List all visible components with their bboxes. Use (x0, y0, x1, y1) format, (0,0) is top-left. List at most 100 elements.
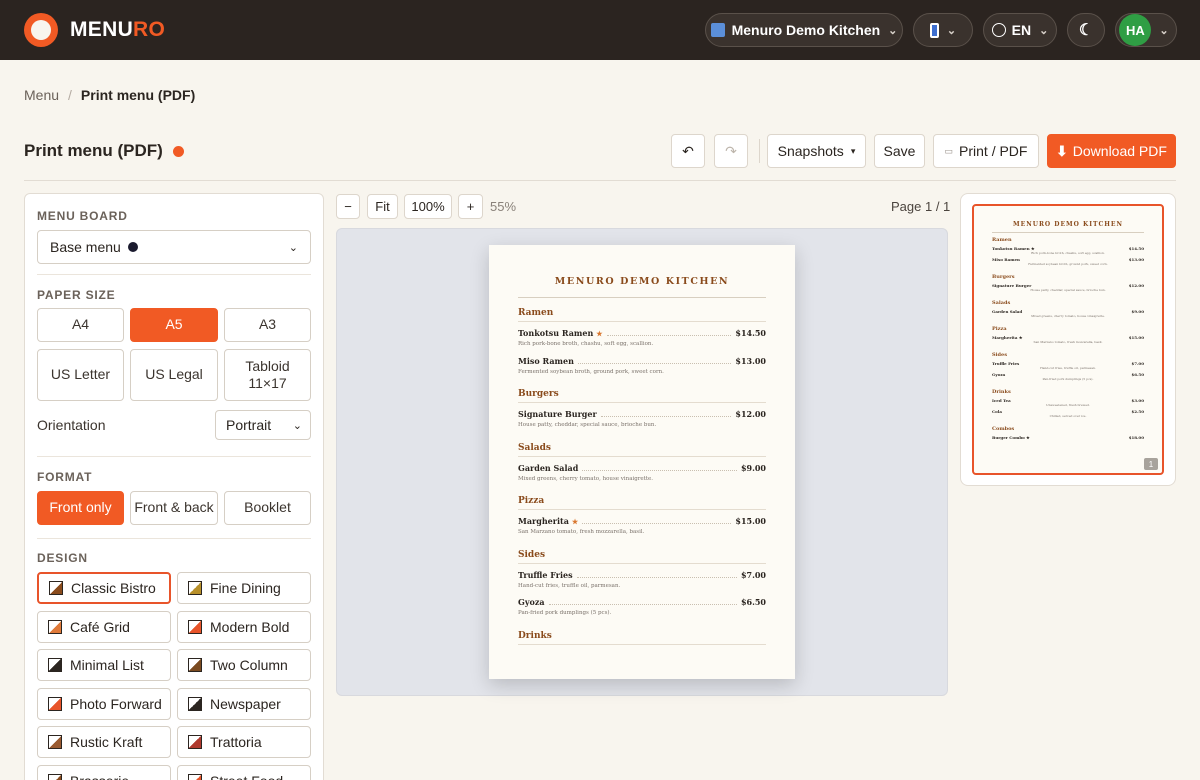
sheet-menu-item: Signature Burger $12.00 (518, 409, 766, 419)
zoom-fit-button[interactable]: Fit (367, 194, 398, 219)
redo-button[interactable]: ↷ (714, 134, 748, 168)
design-swatch-icon (48, 696, 62, 711)
paper-a4-option[interactable]: A4 (37, 308, 124, 342)
design-classic-bistro-option[interactable]: Classic Bistro (37, 572, 171, 604)
breadcrumb: Menu / Print menu (PDF) (24, 87, 195, 103)
sheet-menu-item: Garden Salad $9.00 (518, 463, 766, 473)
category-rule (518, 402, 766, 403)
orientation-select[interactable]: Portrait ⌄ (215, 410, 311, 440)
item-description: Rich pork-bone broth, chashu, soft egg, … (518, 341, 654, 347)
item-price: $9.00 (740, 462, 766, 473)
caret-down-icon: ▾ (850, 145, 856, 156)
mobile-icon (929, 22, 939, 38)
theme-toggle[interactable]: ☾ (1067, 13, 1105, 47)
sheet-category: Burgers (518, 389, 559, 399)
printer-icon: ▭ (944, 145, 954, 156)
design-swatch-icon (188, 581, 202, 595)
settings-panel: MENU BOARD Base menu ⌄ PAPER SIZE A4 A5 … (24, 193, 324, 780)
chevron-down-icon: ⌄ (1159, 24, 1169, 37)
item-description: Mixed greens, cherry tomato, house vinai… (518, 475, 654, 482)
format-front-only-option[interactable]: Front only (37, 491, 124, 525)
thumb-category: Salads (992, 300, 1011, 306)
design-photo-forward-option[interactable]: Photo Forward (37, 687, 171, 720)
design-swatch-icon (188, 735, 202, 749)
chevron-down-icon: ⌄ (946, 24, 957, 37)
paper-us-letter-option[interactable]: US Letter (37, 349, 124, 401)
page-thumbnail-1[interactable]: MENURO DEMO KITCHEN Ramen Tonkotsu Ramen … (972, 204, 1164, 475)
breadcrumb-menu-link[interactable]: Menu (24, 87, 59, 103)
divider (37, 456, 311, 457)
item-description: Pan-fried pork dumplings (5 pcs). (518, 610, 612, 616)
language-switcher[interactable]: EN ⌄ (983, 13, 1057, 47)
item-price: $13.00 (735, 355, 766, 366)
thumb-item-description: Unsweetened, fresh brewed. (1046, 403, 1090, 407)
thumb-category: Ramen (992, 237, 1012, 243)
print-button[interactable]: ▭ Print / PDF (933, 134, 1039, 168)
design-name: Café Grid (70, 618, 130, 635)
chevron-down-icon: ⌄ (888, 24, 898, 37)
item-name: Margherita (518, 516, 569, 526)
download-pdf-button[interactable]: ⬇ Download PDF (1047, 134, 1176, 168)
design-brasserie-option[interactable]: Brasserie (37, 764, 171, 780)
sheet-menu-item: Gyoza $6.50 (518, 597, 766, 607)
design-swatch-icon (49, 581, 63, 595)
item-description: Hand-cut fries, truffle oil, parmesan. (518, 582, 621, 589)
sheet-category: Salads (518, 442, 551, 453)
design-street-food-option[interactable]: Street Food (177, 764, 311, 780)
design-minimal-list-option[interactable]: Minimal List (37, 649, 171, 681)
design-name: Rustic Kraft (70, 734, 143, 750)
design-swatch-icon (48, 773, 62, 780)
sheet-category: Pizza (518, 496, 545, 506)
menu-board-select[interactable]: Base menu ⌄ (37, 230, 311, 264)
paper-tabloid-option[interactable]: Tabloid 11×17 (224, 349, 311, 401)
category-rule (518, 562, 766, 564)
item-description: Fermented soybean broth, ground pork, sw… (518, 368, 664, 375)
design-rustic-kraft-option[interactable]: Rustic Kraft (37, 726, 171, 758)
thumb-item-price: $18.00 (1128, 435, 1144, 440)
dot-leader (548, 604, 737, 605)
thumb-item-description: Fermented soybean broth, ground pork, sw… (1028, 262, 1108, 266)
undo-button[interactable]: ↶ (671, 134, 705, 168)
format-front-back-option[interactable]: Front & back (130, 491, 218, 525)
design-trattoria-option[interactable]: Trattoria (177, 726, 311, 758)
paper-us-legal-option[interactable]: US Legal (130, 349, 218, 401)
star-icon: ★ (596, 329, 603, 338)
device-switcher[interactable]: ⌄ (913, 13, 973, 47)
logo[interactable]: MENURO (24, 13, 165, 47)
design-name: Fine Dining (210, 580, 281, 596)
design-name: Brasserie (70, 773, 129, 780)
paper-a5-option[interactable]: A5 (130, 308, 218, 342)
divider (37, 274, 311, 275)
star-icon: ★ (571, 517, 579, 526)
status-dot-icon (127, 242, 138, 252)
item-name: Tonkotsu Ramen (518, 328, 594, 338)
restaurant-switcher[interactable]: Menuro Demo Kitchen ⌄ (705, 13, 903, 47)
design-fine-dining-option[interactable]: Fine Dining (177, 572, 311, 604)
design-swatch-icon (188, 619, 202, 634)
design-modern-bold-option[interactable]: Modern Bold (177, 610, 311, 643)
paper-a3-option[interactable]: A3 (224, 308, 311, 342)
paper-size-label: PAPER SIZE (37, 288, 116, 302)
item-price: $14.50 (735, 328, 766, 338)
save-button[interactable]: Save (874, 134, 925, 168)
building-icon (710, 23, 725, 37)
divider (37, 538, 311, 539)
undo-icon: ↶ (682, 142, 694, 159)
snapshots-button[interactable]: Snapshots ▾ (767, 134, 866, 168)
format-booklet-option[interactable]: Booklet (224, 491, 311, 525)
sheet-category: Drinks (518, 630, 552, 641)
design-newspaper-option[interactable]: Newspaper (177, 687, 311, 720)
user-menu[interactable]: HA ⌄ (1115, 13, 1177, 47)
restaurant-name: Menuro Demo Kitchen (731, 22, 881, 38)
zoom-out-button[interactable]: − (336, 194, 360, 219)
thumb-category: Pizza (992, 326, 1007, 332)
design-caf-grid-option[interactable]: Café Grid (37, 610, 171, 643)
zoom-reset-button[interactable]: 100% (404, 194, 452, 219)
thumb-category: Combos (992, 426, 1015, 432)
zoom-in-button[interactable]: + (458, 194, 483, 219)
design-two-column-option[interactable]: Two Column (177, 649, 311, 681)
sheet-category: Sides (518, 549, 546, 560)
page-title: Print menu (PDF) (24, 141, 184, 161)
sheet-menu-item: Tonkotsu Ramen ★ $14.50 (518, 328, 766, 338)
page-title-text: Print menu (PDF) (24, 141, 163, 160)
